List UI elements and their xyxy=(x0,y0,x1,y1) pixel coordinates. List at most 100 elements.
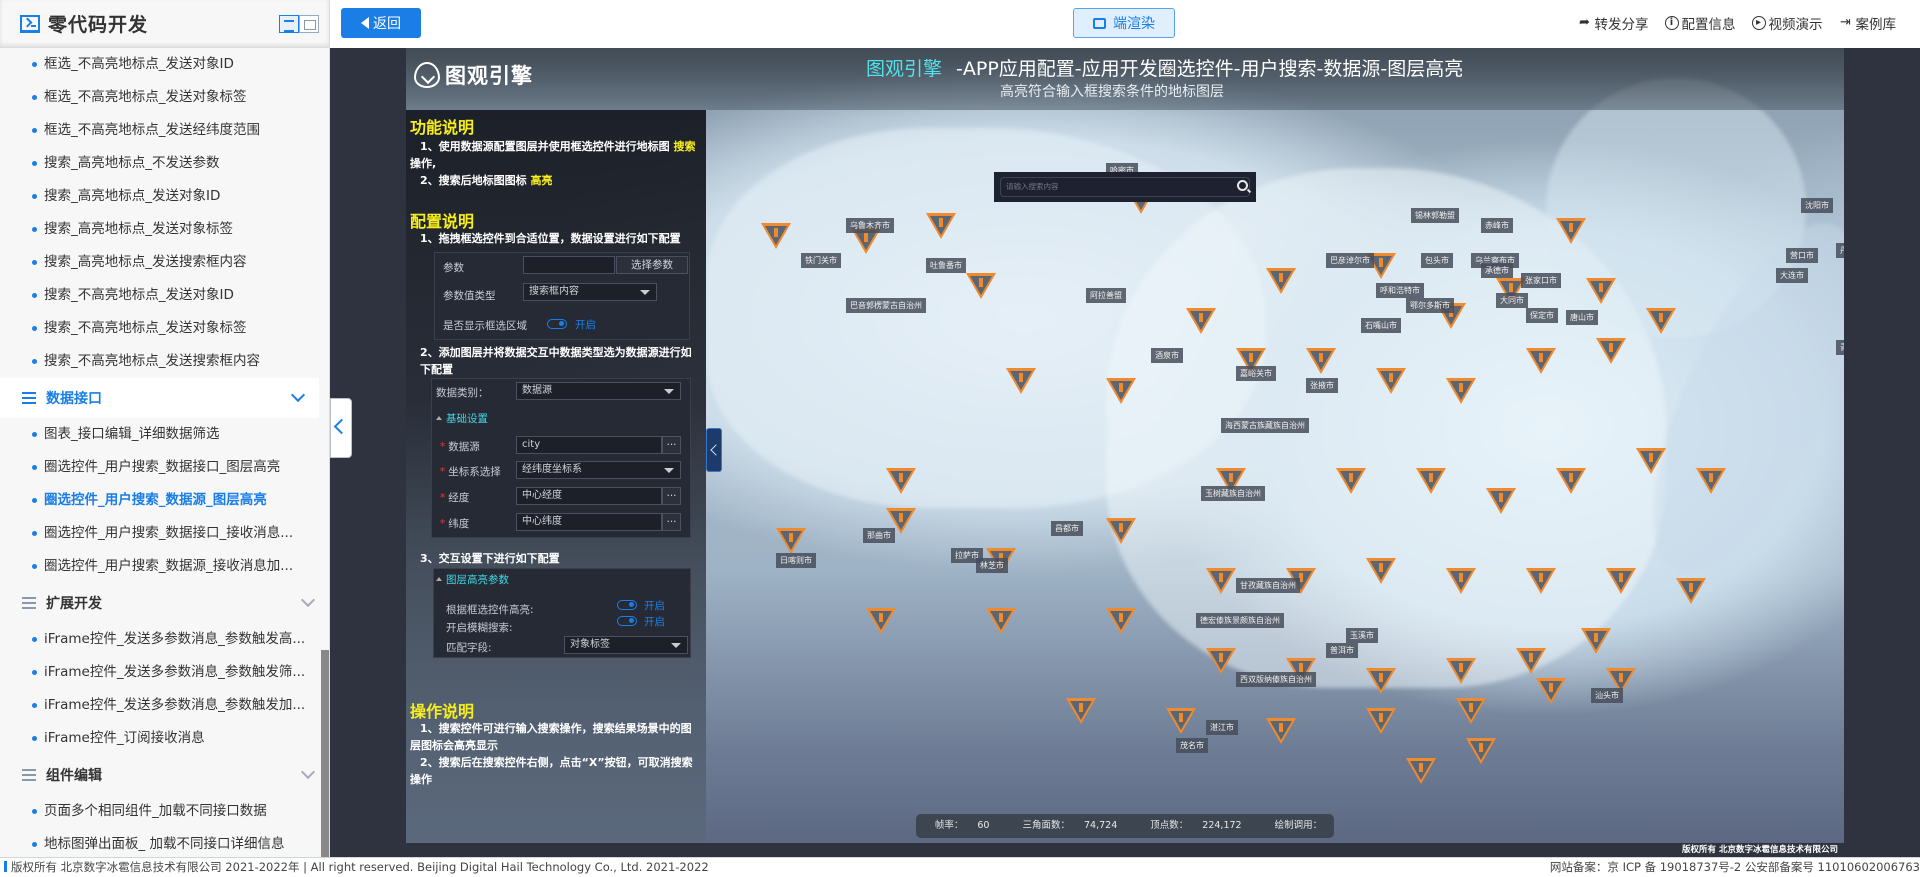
landmark-marker-icon[interactable] xyxy=(1186,308,1216,338)
landmark-marker-icon[interactable] xyxy=(1536,678,1566,708)
landmark-marker-icon[interactable] xyxy=(1486,488,1516,518)
sidebar-item[interactable]: iFrame控件_发送多参数消息_参数触发高... xyxy=(0,623,329,656)
sidebar-item[interactable]: iFrame控件_订阅接收消息 xyxy=(0,722,329,755)
landmark-marker-icon[interactable] xyxy=(1406,758,1436,788)
landmark-marker-icon[interactable] xyxy=(1206,648,1236,678)
landmark-marker-icon[interactable] xyxy=(1006,368,1036,398)
lat-input[interactable]: 中心纬度 xyxy=(516,513,662,531)
sidebar-item[interactable]: 图表_接口编辑_详细数据筛选 xyxy=(0,418,329,451)
sidebar-item-active[interactable]: 圈选控件_用户搜索_数据源_图层高亮 xyxy=(0,484,329,517)
landmark-marker-icon[interactable] xyxy=(1106,608,1136,638)
coord-select[interactable]: 经纬度坐标系 xyxy=(516,461,681,479)
landmark-marker-icon[interactable] xyxy=(1366,668,1396,698)
landmark-marker-icon[interactable] xyxy=(1596,338,1626,368)
back-button[interactable]: 返回 xyxy=(341,8,421,38)
sidebar-item[interactable]: 框选_不高亮地标点_发送经纬度范围 xyxy=(0,114,329,147)
landmark-marker-icon[interactable] xyxy=(1581,628,1611,658)
landmark-marker-icon[interactable] xyxy=(1526,348,1556,378)
landmark-marker-icon[interactable] xyxy=(1066,698,1096,728)
param-type-select[interactable]: 搜索框内容 xyxy=(523,283,657,301)
landmark-marker-icon[interactable] xyxy=(1376,368,1406,398)
sidebar-item[interactable]: 圈选控件_用户搜索_数据源_接收消息加... xyxy=(0,550,329,583)
source-more-button[interactable]: ··· xyxy=(662,436,681,454)
landmark-marker-icon[interactable] xyxy=(1206,568,1236,598)
landmark-marker-icon[interactable] xyxy=(1446,378,1476,408)
landmark-marker-icon[interactable] xyxy=(1446,658,1476,688)
sidebar-item[interactable]: 地标图弹出面板_ 加载不同接口详细信息 xyxy=(0,828,329,857)
sidebar-item[interactable]: 圈选控件_用户搜索_数据接口_接收消息... xyxy=(0,517,329,550)
landmark-marker-icon[interactable] xyxy=(1606,568,1636,598)
highlight-toggle[interactable] xyxy=(617,600,637,610)
basic-settings-section[interactable]: 基础设置 xyxy=(436,411,488,426)
landmark-marker-icon[interactable] xyxy=(1516,648,1546,678)
video-demo-link[interactable]: ▸ 视频演示 xyxy=(1751,13,1823,33)
landmark-marker-icon[interactable] xyxy=(1416,468,1446,498)
sidebar-item[interactable]: 框选_不高亮地标点_发送对象标签 xyxy=(0,81,329,114)
category-select[interactable]: 数据源 xyxy=(516,382,681,400)
landmark-marker-icon[interactable] xyxy=(1266,718,1296,748)
landmark-marker-icon[interactable] xyxy=(1556,218,1586,248)
sidebar-group-data-interface[interactable]: 数据接口 xyxy=(0,378,319,418)
lng-more-button[interactable]: ··· xyxy=(662,487,681,505)
landmark-marker-icon[interactable] xyxy=(1556,468,1586,498)
landmark-marker-icon[interactable] xyxy=(1526,568,1556,598)
landmark-marker-icon[interactable] xyxy=(1646,308,1676,338)
share-link[interactable]: ➦ 转发分享 xyxy=(1578,13,1648,34)
source-input[interactable]: city xyxy=(516,436,662,454)
sidebar-scrollbar[interactable] xyxy=(321,650,329,857)
fuzzy-toggle[interactable] xyxy=(617,616,637,626)
sidebar-item[interactable]: iFrame控件_发送多参数消息_参数触发筛... xyxy=(0,656,329,689)
show-area-toggle[interactable] xyxy=(547,319,567,329)
landmark-marker-icon[interactable] xyxy=(1456,698,1486,728)
sidebar-item[interactable]: 搜索_不高亮地标点_发送对象ID xyxy=(0,279,329,312)
landmark-marker-icon[interactable] xyxy=(1166,708,1196,738)
landmark-marker-icon[interactable] xyxy=(1366,558,1396,588)
landmark-marker-icon[interactable] xyxy=(986,608,1016,638)
sidebar-item[interactable]: 搜索_不高亮地标点_发送搜索框内容 xyxy=(0,345,329,378)
sidebar-item[interactable]: 搜索_高亮地标点_不发送参数 xyxy=(0,147,329,180)
search-icon[interactable] xyxy=(1237,180,1248,191)
sidebar-item[interactable]: 搜索_高亮地标点_发送对象标签 xyxy=(0,213,329,246)
list-view-icon[interactable] xyxy=(279,15,299,33)
map-scene[interactable]: 哈密市 铁门关市 巴音郭楞蒙古自治州 吐鲁番市 乌鲁木齐市 酒泉市 嘉峪关市 张掖市 海西蒙古族… xyxy=(406,48,1844,857)
sidebar-item[interactable]: 框选_不高亮地标点_发送对象ID xyxy=(0,48,329,81)
map-search-input[interactable]: 请输入搜索内容 xyxy=(1000,177,1250,197)
landmark-marker-icon[interactable] xyxy=(926,213,956,243)
sidebar-group-extension[interactable]: 扩展开发 xyxy=(0,583,329,623)
landmark-marker-icon[interactable] xyxy=(1586,278,1616,308)
sidebar-item[interactable]: 搜索_高亮地标点_发送对象ID xyxy=(0,180,329,213)
landmark-marker-icon[interactable] xyxy=(1636,448,1666,478)
collapse-panel-button[interactable] xyxy=(706,428,722,472)
sidebar-group-component-edit[interactable]: 组件编辑 xyxy=(0,755,329,795)
landmark-marker-icon[interactable] xyxy=(1466,738,1496,768)
select-param-button[interactable]: 选择参数 xyxy=(616,256,688,274)
image-view-icon[interactable] xyxy=(299,15,319,33)
layer-highlight-section[interactable]: 图层高亮参数 xyxy=(436,572,509,587)
landmark-marker-icon[interactable] xyxy=(1306,348,1336,378)
sidebar-item[interactable]: 页面多个相同组件_加载不同接口数据 xyxy=(0,795,329,828)
landmark-marker-icon[interactable] xyxy=(761,223,791,253)
landmark-marker-icon[interactable] xyxy=(866,608,896,638)
landmark-marker-icon[interactable] xyxy=(1676,578,1706,608)
field-select[interactable]: 对象标签 xyxy=(564,636,688,654)
lng-input[interactable]: 中心经度 xyxy=(516,487,662,505)
landmark-marker-icon[interactable] xyxy=(1446,568,1476,598)
collapse-sidebar-button[interactable] xyxy=(330,398,352,458)
landmark-marker-icon[interactable] xyxy=(1366,708,1396,738)
landmark-marker-icon[interactable] xyxy=(1106,518,1136,548)
landmark-marker-icon[interactable] xyxy=(1336,468,1366,498)
sidebar-item[interactable]: iFrame控件_发送多参数消息_参数触发加... xyxy=(0,689,329,722)
sidebar-item[interactable]: 搜索_高亮地标点_发送搜索框内容 xyxy=(0,246,329,279)
landmark-marker-icon[interactable] xyxy=(1106,378,1136,408)
case-library-link[interactable]: ⇥ 案例库 xyxy=(1839,13,1896,34)
landmark-marker-icon[interactable] xyxy=(966,273,996,303)
landmark-marker-icon[interactable] xyxy=(1266,268,1296,298)
sidebar-item[interactable]: 搜索_不高亮地标点_发送对象标签 xyxy=(0,312,329,345)
landmark-marker-icon[interactable] xyxy=(1696,468,1726,498)
param-input[interactable] xyxy=(523,256,615,274)
config-info-link[interactable]: i 配置信息 xyxy=(1664,13,1736,33)
landmark-marker-icon[interactable] xyxy=(886,468,916,498)
render-mode-button[interactable]: 端渲染 xyxy=(1073,8,1175,38)
lat-more-button[interactable]: ··· xyxy=(662,513,681,531)
sidebar-item[interactable]: 圈选控件_用户搜索_数据接口_图层高亮 xyxy=(0,451,329,484)
